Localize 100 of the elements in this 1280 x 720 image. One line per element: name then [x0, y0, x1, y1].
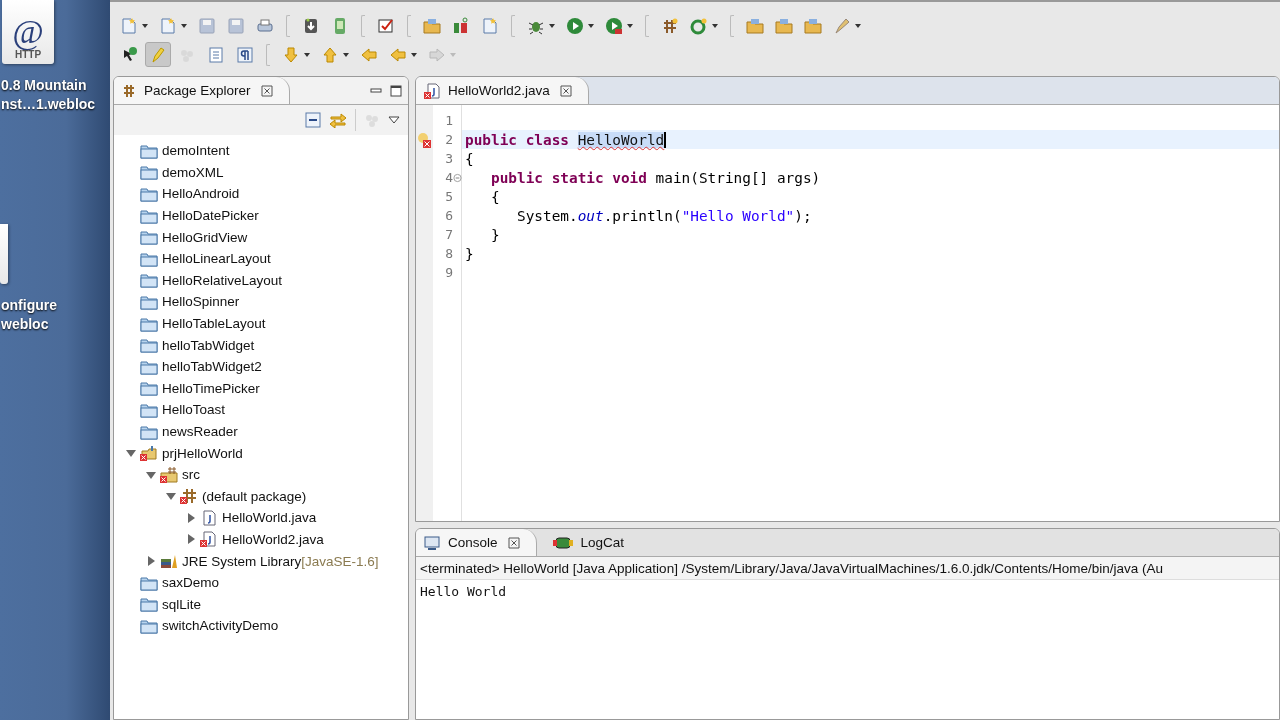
tree-item[interactable]: JRE System Library[JavaSE-1.6]: [182, 553, 379, 569]
view-tab[interactable]: LogCat: [544, 529, 641, 556]
tree-item[interactable]: HelloRelativeLayout: [162, 272, 283, 288]
line-number: 5: [444, 189, 453, 204]
code-line: System.out.println("Hello World");: [515, 207, 812, 224]
page-icon: [481, 16, 499, 35]
expand-arrow-icon[interactable]: [146, 556, 156, 567]
code-line: public static void main(String[] args): [490, 169, 821, 186]
close-icon[interactable]: [260, 84, 273, 97]
tree-item[interactable]: newsReader: [162, 424, 238, 439]
close-icon[interactable]: [507, 536, 520, 549]
at-sign-glyph: @: [12, 15, 44, 49]
left-icon: [389, 45, 407, 64]
play-icon: [605, 16, 623, 35]
view-menu-icon[interactable]: [388, 116, 400, 124]
code-line: {: [465, 150, 474, 167]
tree-item[interactable]: demoXML: [162, 164, 224, 180]
grid-icon: [661, 16, 679, 35]
expand-arrow-icon[interactable]: [166, 491, 176, 502]
code-line: public class HelloWorld: [465, 131, 665, 148]
file-name-label: 0.8 Mountain: [0, 76, 87, 95]
expand-arrow-icon[interactable]: [186, 534, 196, 545]
dropdown-caret-icon: [142, 23, 148, 28]
code-line: }: [465, 245, 474, 262]
bars-icon: [452, 16, 470, 35]
line-number: 8: [444, 246, 453, 261]
up-icon: [321, 45, 339, 64]
line-number: 3: [444, 151, 453, 166]
folder-icon: [746, 16, 764, 35]
dropdown-caret-icon: [855, 23, 861, 28]
block-icon: [207, 45, 225, 64]
tree-item[interactable]: HelloLinearLayout: [162, 251, 271, 267]
fold-icon[interactable]: [453, 172, 462, 183]
tree-item[interactable]: HelloTimePicker: [162, 380, 260, 396]
collapse-all-icon[interactable]: [305, 112, 321, 128]
play-icon: [566, 16, 584, 35]
tree-item[interactable]: demoIntent: [162, 143, 230, 159]
console-status: <terminated> HelloWorld [Java Application] /System/Library/Java/JavaVirtualMachines/1.6.0.jdk/Contents/Home/bin/java (Au: [416, 557, 1279, 580]
ring-icon: [690, 16, 708, 35]
editor-tab[interactable]: HelloWorld2.java: [416, 77, 589, 104]
document-icon[interactable]: @ HTTP: [2, 0, 54, 64]
dropdown-caret-icon: [181, 23, 187, 28]
file-name-label: onfigure: [0, 296, 57, 315]
dropdown-caret-icon: [588, 23, 594, 28]
view-tab[interactable]: Package Explorer: [114, 77, 290, 104]
expand-arrow-icon[interactable]: [126, 448, 136, 459]
dropdown-caret-icon: [411, 52, 417, 57]
file-type-caption: HTTP: [14, 49, 42, 60]
left-icon: [360, 45, 378, 64]
dropdown-caret-icon: [343, 52, 349, 57]
tree-item[interactable]: HelloAndroid: [162, 186, 240, 202]
tree-item[interactable]: src: [182, 467, 200, 483]
tree-item[interactable]: helloTabWidget: [162, 337, 255, 353]
dropdown-caret-icon: [304, 52, 310, 57]
tree-item[interactable]: HelloTableLayout: [162, 316, 266, 332]
expand-arrow-icon[interactable]: [186, 512, 196, 523]
console-output: Hello World: [419, 583, 508, 601]
tree-item[interactable]: prjHelloWorld: [162, 445, 243, 461]
file-name-label: nst…1.webloc: [0, 95, 96, 114]
folder-icon: [423, 16, 441, 35]
tree-item[interactable]: HelloWorld2.java: [222, 532, 324, 547]
tree-item[interactable]: HelloDatePicker: [162, 208, 259, 224]
dropdown-caret-icon: [549, 23, 555, 28]
link-arrows-icon[interactable]: [329, 112, 347, 128]
tree-item[interactable]: (default package): [202, 488, 307, 504]
tick-icon: [377, 16, 395, 35]
page-icon: [159, 16, 177, 35]
dropdown-caret-icon: [450, 52, 456, 57]
tree-item[interactable]: HelloWorld.java: [222, 510, 317, 526]
page-icon: [120, 16, 138, 35]
dropdown-caret-icon: [712, 23, 718, 28]
line-number: 4: [444, 170, 453, 185]
pen-icon: [833, 16, 851, 35]
package-icon: [122, 83, 136, 98]
expand-arrow-icon[interactable]: [146, 469, 156, 480]
brush-icon: [149, 45, 167, 64]
dropdown-caret-icon: [627, 23, 633, 28]
pilcrow-icon: [236, 45, 254, 64]
download-icon: [302, 16, 320, 35]
down-icon: [282, 45, 300, 64]
file-name-label: webloc: [0, 315, 49, 334]
maximize-icon[interactable]: [390, 84, 402, 97]
line-number: 2: [444, 132, 453, 147]
monitor-icon: [424, 534, 440, 551]
tree-item[interactable]: saxDemo: [162, 575, 220, 591]
folder-icon: [775, 16, 793, 35]
code-line: {: [490, 188, 500, 205]
close-icon[interactable]: [559, 84, 572, 97]
tree-item[interactable]: switchActivityDemo: [162, 618, 279, 634]
tree-item[interactable]: HelloSpinner: [162, 294, 240, 310]
line-number: 9: [444, 265, 453, 280]
printer-icon: [256, 16, 274, 35]
tree-item[interactable]: HelloToast: [162, 402, 226, 418]
view-tab[interactable]: Console: [416, 529, 537, 556]
code-line: }: [490, 226, 500, 243]
tree-item[interactable]: HelloGridView: [162, 229, 248, 245]
folder-icon: [804, 16, 822, 35]
tree-item[interactable]: helloTabWidget2: [162, 359, 262, 375]
tree-item[interactable]: sqlLite: [162, 596, 202, 612]
error-marker-icon[interactable]: [416, 131, 432, 148]
